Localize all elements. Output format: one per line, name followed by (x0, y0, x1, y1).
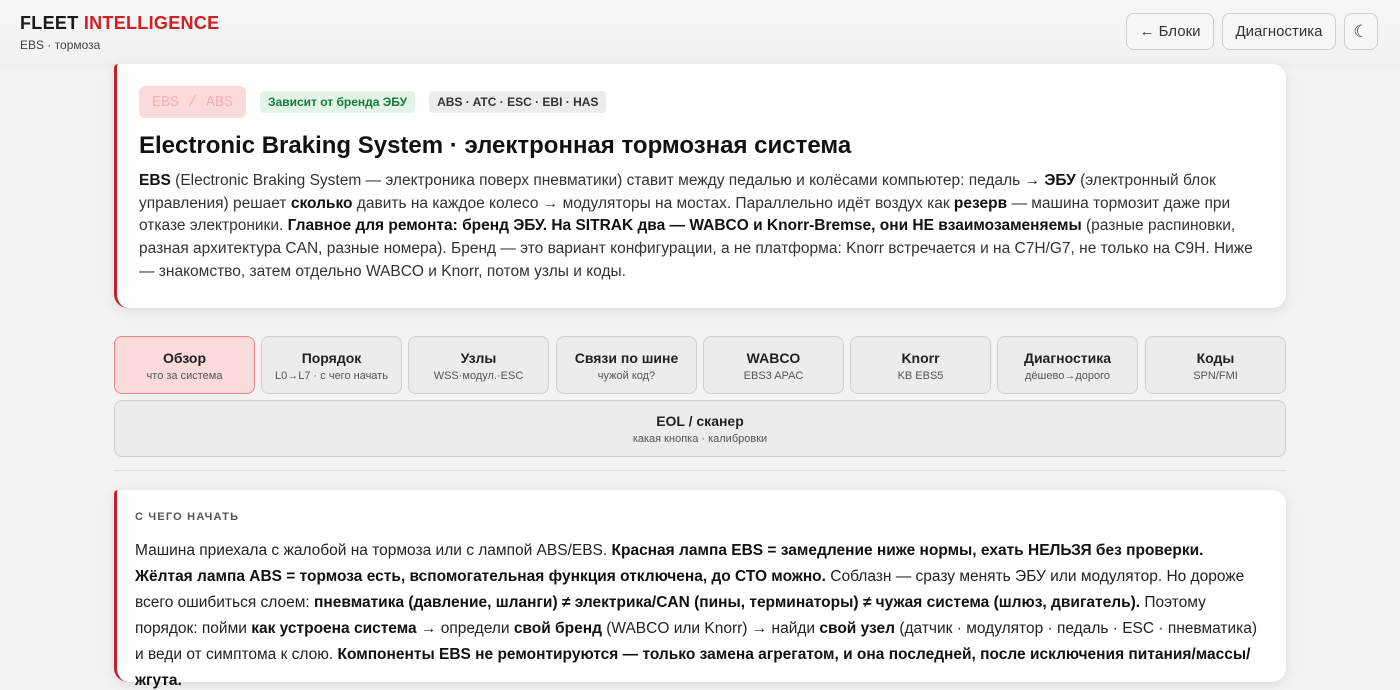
brand-main: FLEET (20, 13, 79, 33)
text-strong: Главное для ремонта: бренд ЭБУ. На SITRA… (287, 217, 1082, 235)
page-title: Electronic Braking System · электронная … (139, 132, 852, 159)
where-to-start-card: С ЧЕГО НАЧАТЬ Машина приехала с жалобой … (114, 490, 1286, 689)
tag-subsystems: ABS · ATC · ESC · EBI · HAS (429, 91, 607, 113)
tab-label: Коды (1196, 350, 1235, 366)
app-header: FLEET INTELLIGENCE EBS · тормоза ← Блоки… (0, 0, 1400, 64)
text-span: → определи (416, 620, 514, 637)
tab-label: Порядок (301, 350, 362, 366)
where-to-start-text: Машина приехала с жалобой на тормоза или… (135, 538, 1263, 690)
tab-label: Диагностика (1023, 350, 1112, 366)
tab-eol-scanner[interactable]: EOL / сканер какая кнопка · калибровки (114, 400, 1286, 457)
tab-diagnostics[interactable]: Диагностика дёшево→дорого (997, 336, 1138, 394)
text-span: Машина приехала с жалобой на тормоза или… (135, 542, 612, 559)
text-strong: → ЭБУ (1024, 172, 1076, 189)
text-strong: резерв (953, 194, 1008, 212)
tab-label: EOL / сканер (656, 413, 744, 429)
back-button[interactable]: ← Блоки (1126, 13, 1214, 50)
tag-ebs-abs: EBS / ABS (139, 86, 247, 118)
diagnostics-button[interactable]: Диагностика (1222, 13, 1336, 50)
tab-components[interactable]: Узлы WSS·модул.·ESC (408, 336, 549, 394)
tab-sublabel: WSS·модул.·ESC (433, 370, 524, 382)
brand-title: FLEET INTELLIGENCE (20, 12, 219, 34)
tab-label: Обзор (162, 350, 207, 366)
theme-toggle-button[interactable]: ☾ (1344, 13, 1378, 50)
text-strong: сколько (290, 194, 353, 212)
brand[interactable]: FLEET INTELLIGENCE EBS · тормоза (20, 12, 219, 52)
tab-sublabel: чужой код? (597, 370, 656, 382)
tab-label: Узлы (460, 350, 497, 366)
tab-sublabel: какая кнопка · калибровки (632, 433, 768, 445)
tab-label: Knorr (901, 350, 940, 366)
text-strong: EBS (139, 172, 171, 189)
tab-wabco[interactable]: WABCO EBS3 APAC (703, 336, 844, 394)
tab-order[interactable]: Порядок L0→L7 · с чего начать (261, 336, 402, 394)
tag-row: EBS / ABS Зависит от бренда ЭБУ ABS · AT… (139, 86, 1262, 118)
tab-label: WABCO (746, 350, 801, 366)
text-strong: свой бренд (513, 620, 602, 637)
page-subtitle: EBS · тормоза (20, 38, 101, 52)
tab-sublabel: дёшево→дорого (1025, 370, 1110, 382)
tab-overview[interactable]: Обзор что за система (114, 336, 255, 394)
tab-label: Связи по шине (574, 350, 679, 366)
section-kicker: С ЧЕГО НАЧАТЬ (135, 511, 240, 523)
tab-sublabel: EBS3 APAC (743, 370, 804, 382)
tab-sublabel: KB EBS5 (897, 370, 944, 382)
tab-sublabel: SPN/FMI (1193, 370, 1238, 382)
text-strong: как устроена система (251, 620, 417, 637)
tab-bus-links[interactable]: Связи по шине чужой код? (556, 336, 697, 394)
text-strong: свой узел (819, 620, 896, 637)
tag-brand-dependent: Зависит от бренда ЭБУ (260, 91, 416, 113)
text-span: (Electronic Braking System — электроника… (170, 172, 1025, 189)
overview-text: EBS (Electronic Braking System — электро… (139, 170, 1259, 284)
moon-icon: ☾ (1353, 21, 1369, 41)
tab-codes[interactable]: Коды SPN/FMI (1145, 336, 1286, 394)
tab-sublabel: L0→L7 · с чего начать (275, 370, 388, 382)
text-span: давить на каждое колесо → модуляторы на … (352, 194, 954, 212)
tab-knorr[interactable]: Knorr KB EBS5 (850, 336, 991, 394)
overview-card: EBS / ABS Зависит от бренда ЭБУ ABS · AT… (114, 64, 1286, 308)
text-span: (WABCO или Knorr) → найди (601, 620, 820, 637)
section-divider (114, 470, 1286, 471)
text-strong: пневматика (давление, шланги) ≠ электрик… (314, 594, 1141, 611)
tab-sublabel: что за система (146, 370, 223, 382)
brand-accent: INTELLIGENCE (83, 13, 220, 33)
